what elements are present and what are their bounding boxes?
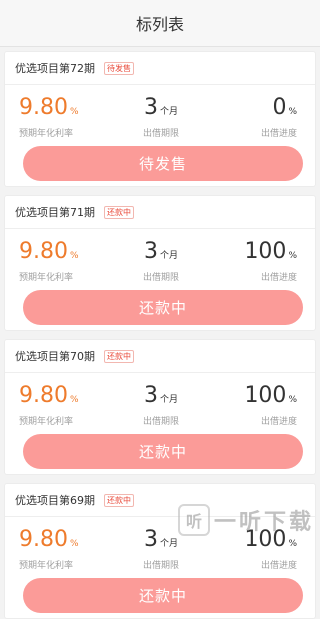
status-badge: 还款中	[104, 349, 134, 363]
term-value: 3	[143, 383, 158, 408]
page-header: 标列表	[0, 0, 320, 47]
card-stats: 9.80% 预期年化利率 3 个月 出借期限 100% 出借进度	[5, 229, 315, 287]
rate-label: 预期年化利率	[19, 129, 74, 139]
rate-stat: 9.80% 预期年化利率	[19, 239, 79, 283]
term-label: 出借期限	[142, 417, 179, 427]
rate-label: 预期年化利率	[19, 417, 74, 427]
progress-unit: %	[288, 539, 297, 549]
term-stat: 3 个月 出借期限	[127, 95, 195, 139]
progress-stat: 0% 出借进度	[261, 95, 297, 139]
progress-value: 100	[244, 383, 287, 408]
term-value: 3	[143, 239, 158, 264]
rate-stat: 9.80% 预期年化利率	[19, 383, 79, 427]
rate-unit: %	[69, 395, 79, 405]
card-title: 优选项目第71期	[15, 206, 95, 219]
loan-card[interactable]: 优选项目第72期 待发售 9.80% 预期年化利率 3 个月 出借期限 0% 出借…	[4, 51, 316, 187]
watermark: 听 一听下载	[177, 504, 314, 536]
term-unit: 个月	[159, 107, 178, 117]
status-badge: 待发售	[104, 61, 134, 75]
status-badge: 还款中	[104, 205, 134, 219]
progress-label: 出借进度	[260, 561, 297, 571]
term-value: 3	[143, 95, 158, 120]
loan-card[interactable]: 优选项目第71期 还款中 9.80% 预期年化利率 3 个月 出借期限 100% …	[4, 195, 316, 331]
term-stat: 3 个月 出借期限	[127, 239, 195, 283]
rate-unit: %	[69, 539, 79, 549]
card-title: 优选项目第72期	[15, 62, 95, 75]
card-stats: 9.80% 预期年化利率 3 个月 出借期限 100% 出借进度	[5, 373, 315, 431]
term-label: 出借期限	[142, 129, 179, 139]
card-title: 优选项目第70期	[15, 350, 95, 363]
action-button[interactable]: 还款中	[23, 434, 303, 469]
progress-unit: %	[288, 251, 297, 261]
term-label: 出借期限	[142, 273, 179, 283]
progress-unit: %	[288, 107, 297, 117]
card-header: 优选项目第72期 待发售	[5, 52, 315, 85]
rate-label: 预期年化利率	[19, 561, 74, 571]
loan-card[interactable]: 优选项目第70期 还款中 9.80% 预期年化利率 3 个月 出借期限 100% …	[4, 339, 316, 475]
watermark-text: 一听下载	[213, 510, 314, 535]
term-unit: 个月	[159, 395, 178, 405]
action-button[interactable]: 还款中	[23, 290, 303, 325]
progress-label: 出借进度	[260, 417, 297, 427]
term-unit: 个月	[159, 539, 178, 549]
card-header: 优选项目第71期 还款中	[5, 196, 315, 229]
progress-value: 0	[272, 95, 287, 120]
rate-stat: 9.80% 预期年化利率	[19, 95, 79, 139]
progress-stat: 100% 出借进度	[244, 383, 297, 427]
progress-value: 100	[244, 239, 287, 264]
rate-label: 预期年化利率	[19, 273, 74, 283]
term-unit: 个月	[159, 251, 178, 261]
rate-value: 9.80	[19, 239, 68, 264]
action-button[interactable]: 还款中	[23, 578, 303, 613]
rate-value: 9.80	[19, 95, 68, 120]
rate-stat: 9.80% 预期年化利率	[19, 527, 79, 571]
rate-unit: %	[69, 251, 79, 261]
progress-label: 出借进度	[260, 129, 297, 139]
progress-unit: %	[288, 395, 297, 405]
rate-value: 9.80	[19, 383, 68, 408]
progress-label: 出借进度	[260, 273, 297, 283]
status-badge: 还款中	[104, 493, 134, 507]
watermark-logo-icon: 听	[177, 504, 210, 536]
rate-unit: %	[69, 107, 79, 117]
term-stat: 3 个月 出借期限	[127, 383, 195, 427]
card-title: 优选项目第69期	[15, 494, 95, 507]
progress-stat: 100% 出借进度	[244, 239, 297, 283]
action-button[interactable]: 待发售	[23, 146, 303, 181]
page-title: 标列表	[135, 15, 184, 34]
term-label: 出借期限	[142, 561, 179, 571]
card-header: 优选项目第70期 还款中	[5, 340, 315, 373]
card-stats: 9.80% 预期年化利率 3 个月 出借期限 0% 出借进度	[5, 85, 315, 143]
